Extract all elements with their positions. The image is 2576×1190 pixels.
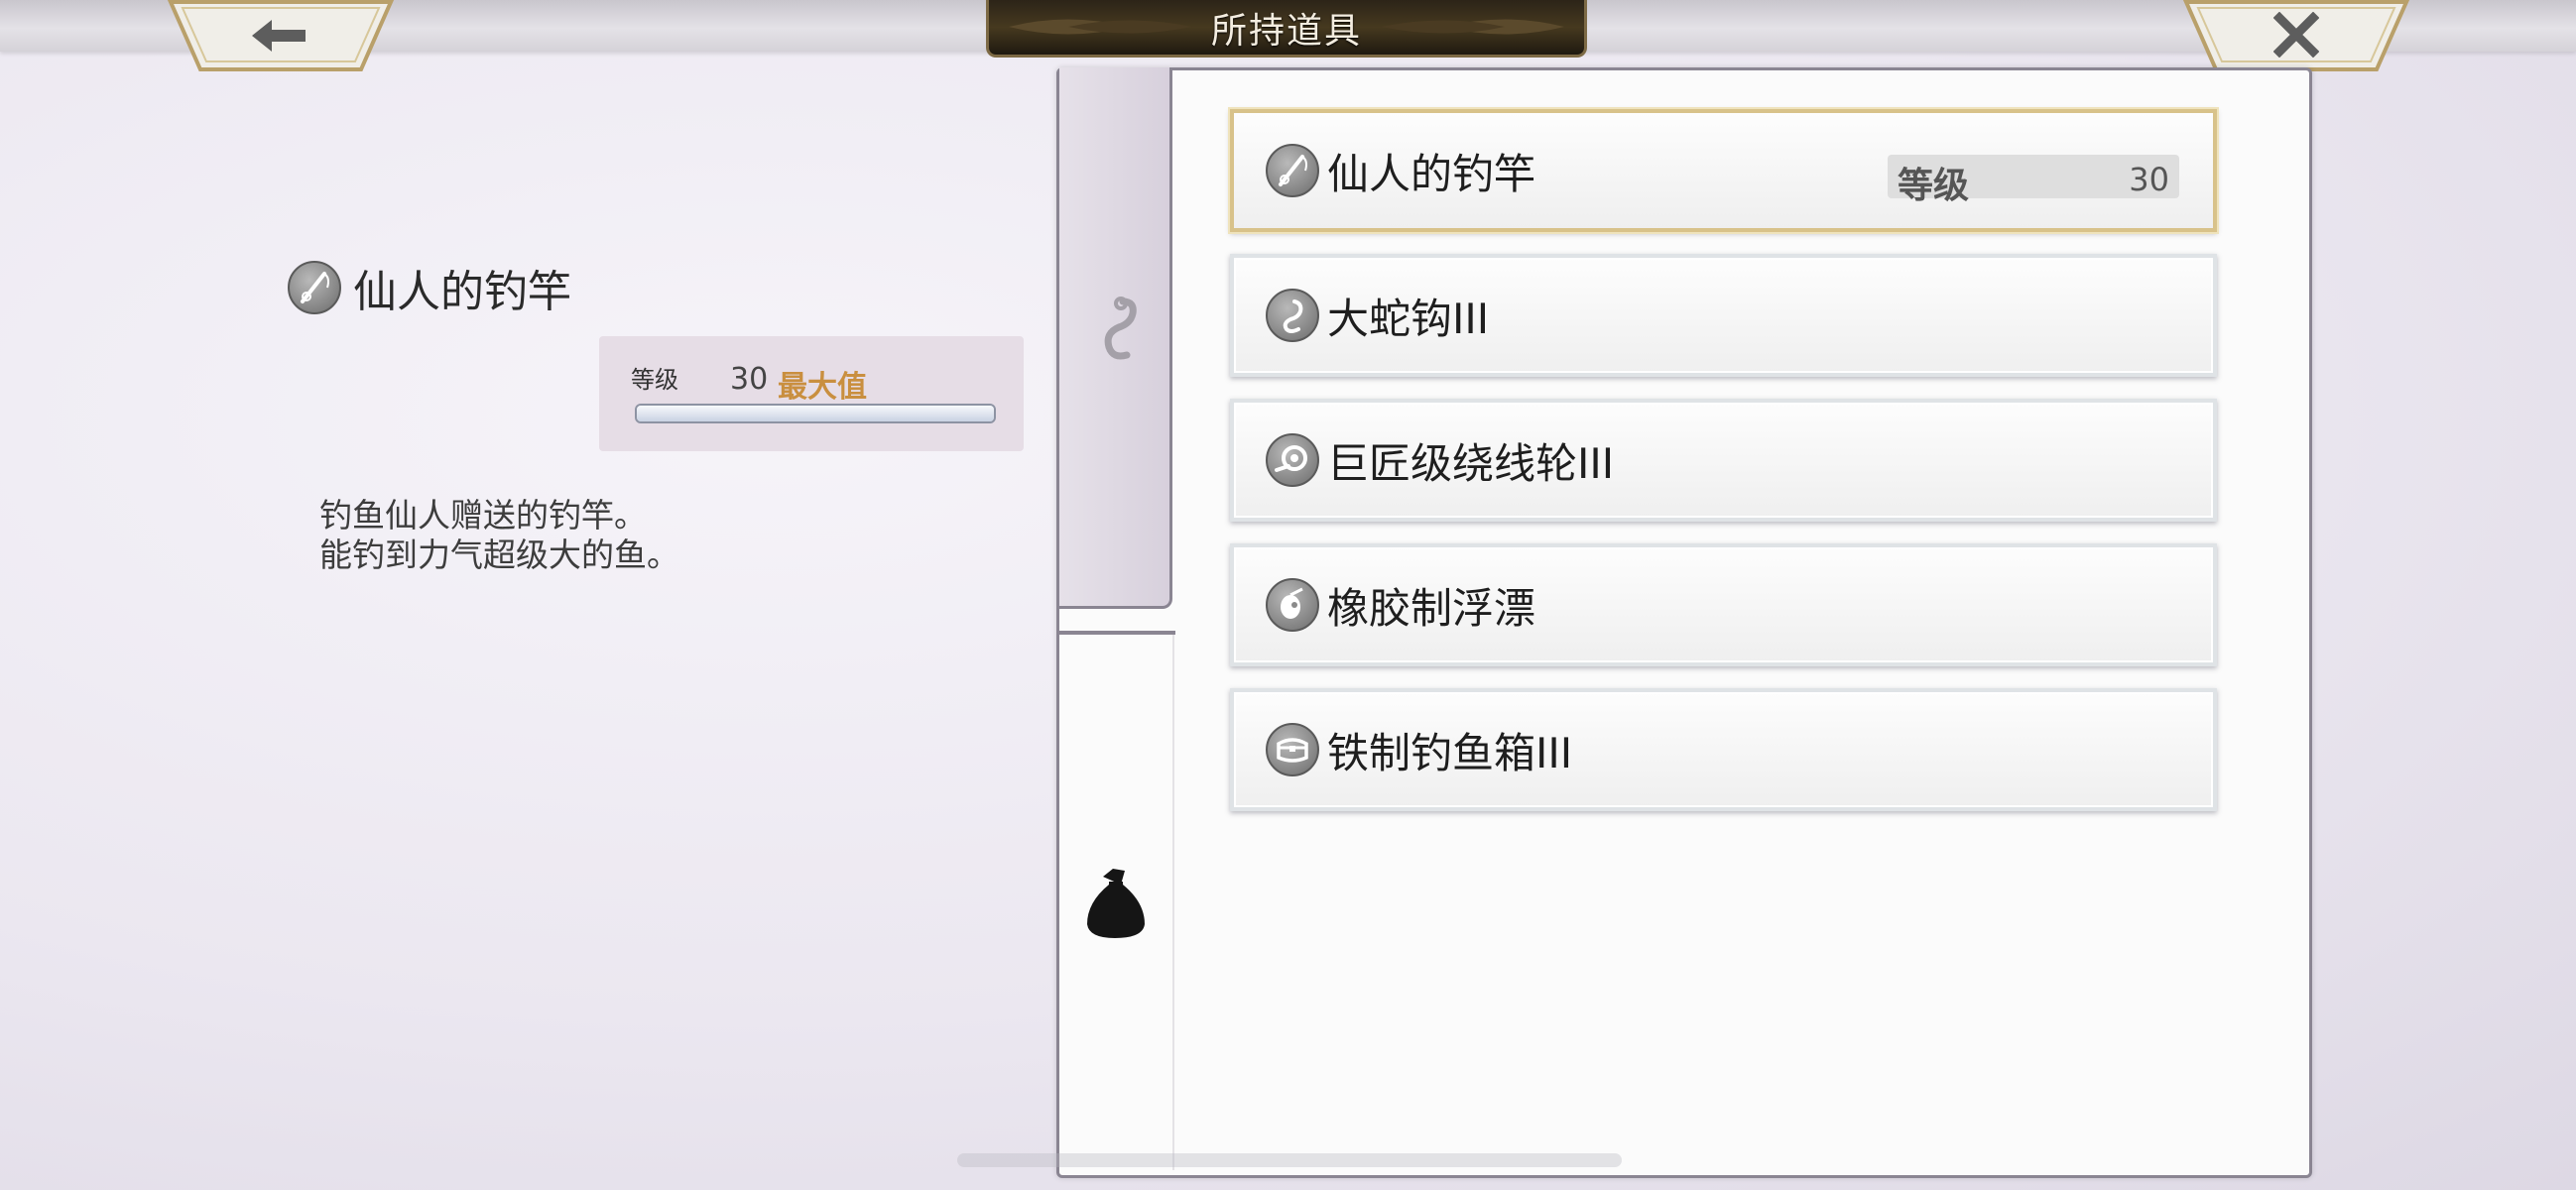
- item-label: 铁制钓鱼箱III: [1327, 728, 1573, 777]
- item-heading: 仙人的钓竿: [288, 256, 571, 319]
- list-item[interactable]: 大蛇钩III: [1230, 254, 2217, 377]
- list-item[interactable]: 铁制钓鱼箱III: [1230, 688, 2217, 811]
- fishing-rod-icon: [288, 261, 341, 314]
- title-ornament-left: [1009, 19, 1192, 35]
- bag-icon: [1087, 869, 1145, 938]
- item-label: 橡胶制浮漂: [1327, 583, 1536, 633]
- level-box: 等级 30 最大值: [599, 336, 1024, 451]
- item-label: 仙人的钓竿: [1327, 149, 1536, 198]
- title-ornament-right: [1381, 19, 1564, 35]
- item-label: 大蛇钩III: [1327, 294, 1490, 343]
- tackle-box-icon: [1266, 723, 1319, 776]
- item-name: 仙人的钓竿: [353, 267, 571, 317]
- title-plate: 所持道具: [986, 0, 1587, 58]
- level-badge: 等级 30: [1888, 155, 2179, 206]
- fishing-rod-icon: [1266, 144, 1319, 197]
- tab-divider: [1059, 631, 1175, 635]
- level-badge-value: 30: [2129, 161, 2169, 198]
- arrow-left-icon: [252, 20, 306, 52]
- level-progress-bar: [635, 404, 996, 423]
- float-icon: [1266, 578, 1319, 632]
- scroll-indicator[interactable]: [957, 1153, 1622, 1167]
- tab-strip-edge: [1172, 635, 1174, 1170]
- level-label: 等级: [631, 366, 678, 394]
- item-description: 钓鱼仙人赠送的钓竿。 能钓到力气超级大的鱼。: [319, 496, 679, 575]
- hook-tab[interactable]: [1059, 67, 1172, 609]
- close-x-icon: [2273, 12, 2319, 58]
- bag-tab[interactable]: [1081, 863, 1151, 942]
- level-progress-fill: [637, 406, 994, 421]
- hook-icon: [1266, 289, 1319, 342]
- description-line: 能钓到力气超级大的鱼。: [319, 536, 679, 574]
- level-badge-label: 等级: [1898, 166, 1970, 206]
- level-value: 30: [730, 362, 769, 397]
- list-item[interactable]: 仙人的钓竿 等级 30: [1230, 109, 2217, 232]
- hook-icon: [1104, 297, 1137, 360]
- list-item[interactable]: 橡胶制浮漂: [1230, 543, 2217, 666]
- reel-icon: [1266, 433, 1319, 487]
- description-line: 钓鱼仙人赠送的钓竿。: [319, 496, 647, 535]
- back-button[interactable]: [167, 0, 395, 73]
- page-title: 所持道具: [1210, 10, 1362, 52]
- close-button[interactable]: [2182, 0, 2410, 73]
- level-max-label: 最大值: [778, 370, 867, 405]
- item-label: 巨匠级绕线轮III: [1327, 438, 1615, 488]
- list-item[interactable]: 巨匠级绕线轮III: [1230, 399, 2217, 522]
